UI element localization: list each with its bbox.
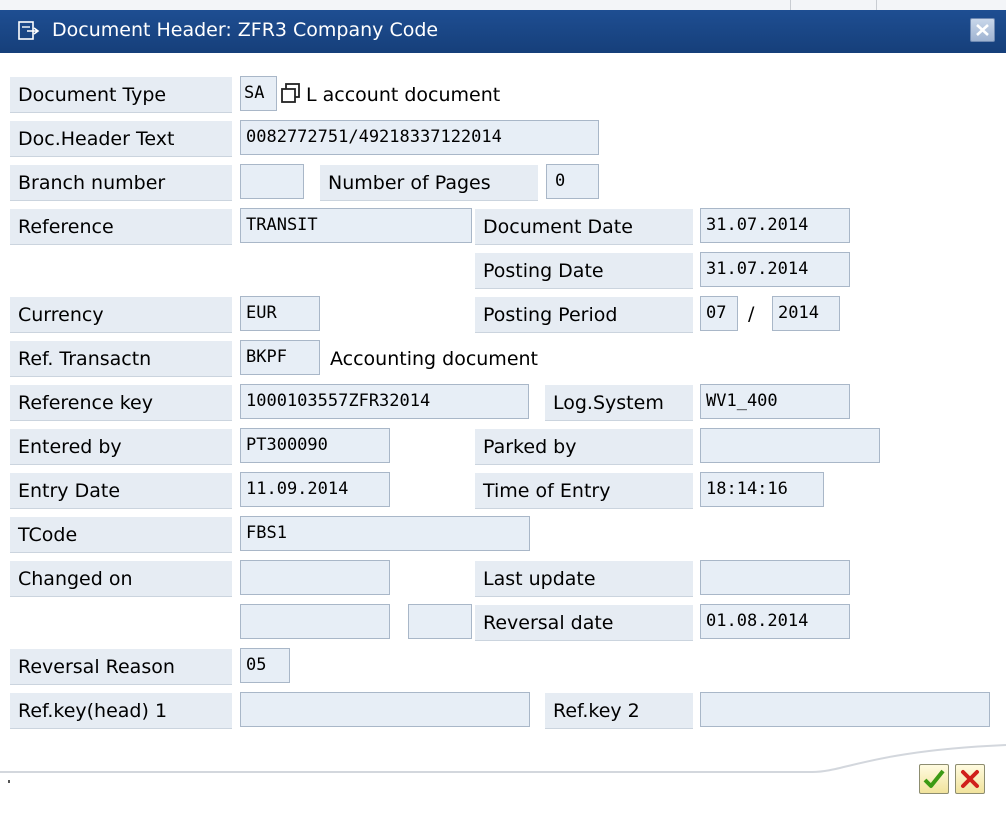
posting-date-label: Posting Date xyxy=(475,253,693,289)
posting-date-field[interactable]: 31.07.2014 xyxy=(700,252,850,287)
changed-on-field[interactable] xyxy=(240,560,390,595)
dialog-content: Document Type SA L account document Doc.… xyxy=(0,53,1006,821)
time-of-entry-field[interactable]: 18:14:16 xyxy=(700,472,824,507)
ref-transaction-description: Accounting document xyxy=(330,348,538,370)
last-update-field[interactable] xyxy=(700,560,850,595)
reference-key-field[interactable]: 1000103557ZFR32014 xyxy=(240,384,529,419)
log-system-label: Log.System xyxy=(545,385,693,421)
document-type-description: L account document xyxy=(306,84,501,106)
top-strip xyxy=(0,0,1006,10)
copy-icon[interactable] xyxy=(280,82,302,106)
ref-key-2-label: Ref.key 2 xyxy=(545,693,693,729)
reference-key-label: Reference key xyxy=(10,385,232,421)
currency-label: Currency xyxy=(10,297,232,333)
parked-by-label: Parked by xyxy=(475,429,693,465)
dialog-title-bar: Document Header: ZFR3 Company Code xyxy=(0,10,1006,53)
unlabeled-field-1[interactable] xyxy=(240,604,390,639)
number-of-pages-field[interactable]: 0 xyxy=(546,164,599,199)
posting-period-month-field[interactable]: 07 xyxy=(700,296,738,331)
entered-by-field[interactable]: PT300090 xyxy=(240,428,390,463)
changed-on-label: Changed on xyxy=(10,561,232,597)
bottom-toolbar-divider xyxy=(0,744,1006,773)
close-icon xyxy=(976,24,989,36)
top-strip-divider xyxy=(876,0,877,10)
number-of-pages-label: Number of Pages xyxy=(320,165,538,201)
dialog-title: Document Header: ZFR3 Company Code xyxy=(52,19,439,41)
posting-period-year-field[interactable]: 2014 xyxy=(772,296,840,331)
posting-period-label: Posting Period xyxy=(475,297,693,333)
document-type-field[interactable]: SA xyxy=(240,76,277,111)
reference-label: Reference xyxy=(10,209,232,245)
document-date-label: Document Date xyxy=(475,209,693,245)
entry-date-field[interactable]: 11.09.2014 xyxy=(240,472,390,507)
ref-key-2-field[interactable] xyxy=(700,692,990,727)
parked-by-field[interactable] xyxy=(700,428,880,463)
doc-header-text-label: Doc.Header Text xyxy=(10,121,232,157)
ref-transaction-field[interactable]: BKPF xyxy=(240,340,320,375)
ref-key-head-1-field[interactable] xyxy=(240,692,530,727)
reversal-date-field[interactable]: 01.08.2014 xyxy=(700,604,850,639)
tcode-label: TCode xyxy=(10,517,232,553)
entered-by-label: Entered by xyxy=(10,429,232,465)
time-of-entry-label: Time of Entry xyxy=(475,473,693,509)
tcode-field[interactable]: FBS1 xyxy=(240,516,530,551)
document-date-field[interactable]: 31.07.2014 xyxy=(700,208,850,243)
checkmark-icon xyxy=(923,769,945,788)
doc-header-text-field[interactable]: 0082772751/49218337122014 xyxy=(240,120,599,155)
branch-number-field[interactable] xyxy=(240,164,304,199)
ref-key-head-1-label: Ref.key(head) 1 xyxy=(10,693,232,729)
document-type-label: Document Type xyxy=(10,77,232,113)
log-system-field[interactable]: WV1_400 xyxy=(700,384,850,419)
entry-date-label: Entry Date xyxy=(10,473,232,509)
last-update-label: Last update xyxy=(475,561,693,597)
close-button[interactable] xyxy=(970,18,995,42)
branch-number-label: Branch number xyxy=(10,165,232,201)
status-marker xyxy=(8,780,10,783)
document-header-icon xyxy=(18,21,40,41)
currency-field[interactable]: EUR xyxy=(240,296,320,331)
posting-period-separator: / xyxy=(748,303,755,325)
cancel-x-icon xyxy=(961,770,979,788)
reference-field[interactable]: TRANSIT xyxy=(240,208,472,243)
reversal-reason-label: Reversal Reason xyxy=(10,649,232,685)
continue-button[interactable] xyxy=(919,764,949,794)
reversal-reason-field[interactable]: 05 xyxy=(240,648,290,683)
reversal-date-label: Reversal date xyxy=(475,605,693,641)
ref-transaction-label: Ref. Transactn xyxy=(10,341,232,377)
unlabeled-field-2[interactable] xyxy=(408,604,472,639)
top-strip-divider xyxy=(790,0,791,10)
cancel-button[interactable] xyxy=(955,764,985,794)
